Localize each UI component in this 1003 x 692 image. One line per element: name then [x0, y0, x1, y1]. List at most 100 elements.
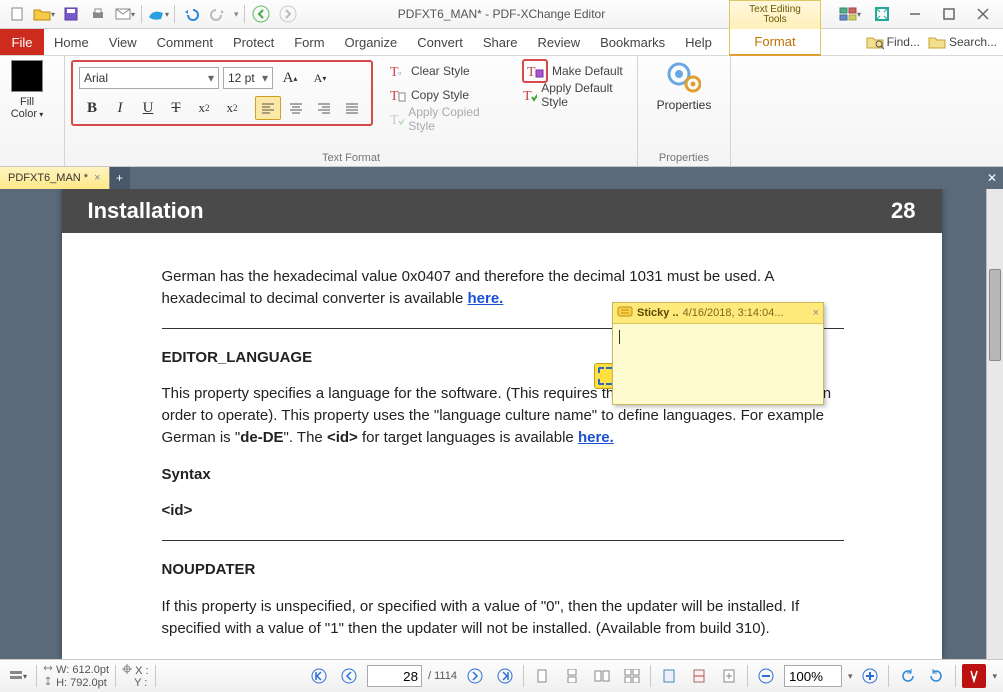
options-icon[interactable]: ▾ [6, 664, 30, 688]
vertical-scrollbar[interactable] [986, 189, 1003, 659]
italic-icon[interactable]: I [107, 96, 133, 120]
next-page-icon[interactable] [463, 664, 487, 688]
close-button[interactable] [969, 3, 997, 25]
prev-page-icon[interactable] [337, 664, 361, 688]
document-tab[interactable]: PDFXT6_MAN * × [0, 167, 110, 189]
nav-fwd-icon[interactable] [275, 2, 301, 26]
subscript-icon[interactable]: x2 [191, 96, 217, 120]
here-link-1[interactable]: here. [467, 290, 503, 307]
grow-font-icon[interactable]: A▴ [277, 66, 303, 90]
undo-icon[interactable] [178, 2, 204, 26]
page-total-label: / 1114 [428, 670, 457, 682]
tab-home[interactable]: Home [44, 29, 99, 55]
font-size-combo[interactable]: 12 pt▾ [223, 67, 273, 89]
layout-single-icon[interactable] [530, 664, 554, 688]
id-tag-text: <id> [327, 429, 358, 446]
fit-page-icon[interactable] [657, 664, 681, 688]
tab-review[interactable]: Review [528, 29, 591, 55]
properties-button[interactable]: Properties [649, 60, 720, 114]
tab-format[interactable]: Format [729, 29, 821, 56]
rotate-cw-icon[interactable] [925, 664, 949, 688]
tab-bookmarks[interactable]: Bookmarks [590, 29, 675, 55]
svg-text:T: T [527, 65, 536, 79]
page-header-title: Installation [88, 198, 204, 224]
strikethrough-icon[interactable]: T [163, 96, 189, 120]
sticky-note-popup[interactable]: Sticky .. 4/16/2018, 3:14:04... × [612, 302, 824, 405]
font-name-combo[interactable]: Arial▾ [79, 67, 219, 89]
maximize-button[interactable] [935, 3, 963, 25]
tab-view[interactable]: View [99, 29, 147, 55]
scan-icon[interactable]: ▾ [145, 2, 171, 26]
svg-text:T: T [390, 89, 399, 103]
comment-icon [617, 306, 633, 320]
tab-comment[interactable]: Comment [147, 29, 223, 55]
tab-organize[interactable]: Organize [335, 29, 408, 55]
last-page-icon[interactable] [493, 664, 517, 688]
rotate-ccw-icon[interactable] [895, 664, 919, 688]
new-tab-button[interactable]: + [110, 167, 130, 189]
align-center-icon[interactable] [283, 96, 309, 120]
document-tab-label: PDFXT6_MAN * [8, 172, 88, 184]
zoom-in-icon[interactable] [858, 664, 882, 688]
zoom-input[interactable] [784, 665, 842, 687]
tab-help[interactable]: Help [675, 29, 722, 55]
save-icon[interactable] [58, 2, 84, 26]
text-format-panel: Arial▾ 12 pt▾ A▴ A▾ B I U T x2 x2 [71, 60, 373, 126]
email-icon[interactable]: ▾ [112, 2, 138, 26]
tab-share[interactable]: Share [473, 29, 528, 55]
print-icon[interactable] [85, 2, 111, 26]
new-doc-icon[interactable] [4, 2, 30, 26]
underline-icon[interactable]: U [135, 96, 161, 120]
pdf-page[interactable]: Installation 28 German has the hexadecim… [62, 189, 942, 659]
search-button[interactable]: Search... [928, 34, 997, 50]
document-viewer: Installation 28 German has the hexadecim… [0, 189, 1003, 659]
menu-bar: File Home View Comment Protect Form Orga… [0, 29, 1003, 56]
app-title: PDFXT6_MAN* - PDF-XChange Editor [398, 7, 605, 21]
svg-text:T: T [390, 113, 399, 127]
nav-back-icon[interactable] [248, 2, 274, 26]
minimize-button[interactable] [901, 3, 929, 25]
shrink-font-icon[interactable]: A▾ [307, 66, 333, 90]
fill-color-swatch[interactable] [11, 60, 43, 92]
tab-bar-close-icon[interactable]: ✕ [981, 167, 1003, 189]
first-page-icon[interactable] [307, 664, 331, 688]
make-default-button[interactable]: TMake Default [518, 60, 631, 82]
quick-access-toolbar: ▾ ▾ ▾ ▾ [0, 2, 305, 26]
sticky-note-header[interactable]: Sticky .. 4/16/2018, 3:14:04... × [613, 303, 823, 324]
tab-form[interactable]: Form [284, 29, 334, 55]
layout-continuous-icon[interactable] [560, 664, 584, 688]
fit-actual-icon[interactable] [717, 664, 741, 688]
document-tab-close-icon[interactable]: × [94, 172, 100, 184]
ribbon: Fill Color ▾ Arial▾ 12 pt▾ A▴ A▾ B I U T… [0, 56, 1003, 167]
apply-default-style-button[interactable]: TApply Default Style [518, 84, 631, 106]
align-left-icon[interactable] [255, 96, 281, 120]
align-right-icon[interactable] [311, 96, 337, 120]
clear-style-button[interactable]: T▫Clear Style [385, 60, 498, 82]
find-button[interactable]: Find... [866, 34, 920, 50]
page-number-input[interactable] [367, 665, 422, 687]
scrollbar-thumb[interactable] [989, 269, 1001, 361]
here-link-2[interactable]: here. [578, 429, 614, 446]
tab-protect[interactable]: Protect [223, 29, 284, 55]
tab-file[interactable]: File [0, 29, 44, 55]
sticky-note-textarea[interactable] [613, 324, 823, 404]
bold-icon[interactable]: B [79, 96, 105, 120]
adobe-icon[interactable] [962, 664, 986, 688]
superscript-icon[interactable]: x2 [219, 96, 245, 120]
sticky-date: 4/16/2018, 3:14:04... [683, 307, 784, 319]
layout-facing-icon[interactable] [590, 664, 614, 688]
layout-facing-cont-icon[interactable] [620, 664, 644, 688]
copy-style-button[interactable]: TCopy Style [385, 84, 498, 106]
tab-convert[interactable]: Convert [407, 29, 473, 55]
redo-icon[interactable] [205, 2, 231, 26]
align-justify-icon[interactable] [339, 96, 365, 120]
fill-color-label[interactable]: Fill Color ▾ [6, 96, 48, 121]
context-tab-texteditingtools: Text Editing Tools [729, 0, 821, 29]
para2c-text: for target languages is available [358, 429, 578, 446]
open-folder-icon[interactable]: ▾ [31, 2, 57, 26]
zoom-out-icon[interactable] [754, 664, 778, 688]
ui-options-icon[interactable]: ▾ [837, 2, 863, 26]
sticky-close-icon[interactable]: × [813, 307, 819, 319]
fit-width-icon[interactable] [687, 664, 711, 688]
fullscreen-icon[interactable] [869, 2, 895, 26]
